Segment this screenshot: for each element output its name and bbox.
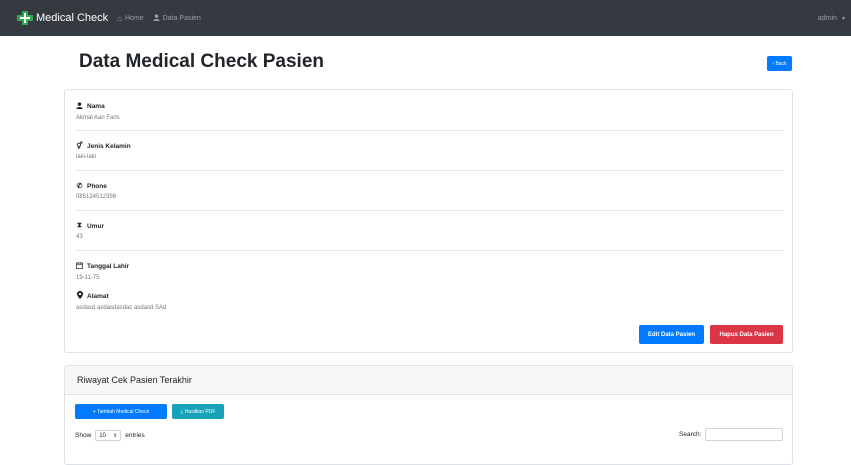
- field-nama: Nama Akmal Aan Faris: [76, 102, 120, 121]
- riwayat-title: Riwayat Cek Pasien Terakhir: [65, 366, 792, 395]
- brand[interactable]: Medical Check: [17, 11, 108, 25]
- map-marker-icon: [76, 291, 83, 301]
- delete-patient-button[interactable]: Hapus Data Pasien: [710, 325, 783, 344]
- lahir-label: Tanggal Lahir: [87, 263, 130, 270]
- user-icon: [76, 102, 83, 111]
- divider: [76, 170, 783, 171]
- hourglass-icon: ⧗: [77, 222, 82, 229]
- entries-label: entries: [125, 432, 145, 439]
- show-label: Show: [75, 432, 92, 439]
- field-phone: ✆ Phone 085124512356: [76, 182, 117, 201]
- download-icon: ⤓: [180, 408, 183, 415]
- entries-value: 10: [99, 432, 106, 439]
- search-label: Search:: [679, 431, 702, 438]
- edit-patient-button[interactable]: Edit Data Pasien: [639, 325, 704, 344]
- nav-home-label: Home: [124, 14, 144, 22]
- top-navbar: Medical Check ⌂ Home Data Pasien admin ▾: [0, 0, 851, 36]
- divider: [76, 250, 783, 251]
- field-umur: ⧗ Umur 43: [76, 222, 104, 240]
- field-tanggal-lahir: Tanggal Lahir 19-11-75: [76, 262, 129, 281]
- riwayat-card: Riwayat Cek Pasien Terakhir + Tambah Med…: [64, 365, 793, 465]
- venus-mars-icon: ⚥: [76, 143, 83, 150]
- brand-label: Medical Check: [36, 12, 109, 24]
- nav-data-pasien[interactable]: Data Pasien: [152, 13, 201, 23]
- user-dropdown[interactable]: admin ▾: [818, 0, 845, 36]
- home-icon: ⌂: [117, 13, 122, 23]
- generate-pdf-button[interactable]: ⤓ Hasilkan PDF: [172, 404, 224, 419]
- pdf-label: Hasilkan PDF: [184, 408, 216, 415]
- field-jenis-kelamin: ⚥ Jenis Kelamin laki-laki: [76, 142, 131, 161]
- umur-value: 43: [76, 234, 83, 240]
- medical-cross-logo-icon: [17, 11, 33, 25]
- add-medical-check-button[interactable]: + Tambah Medical Check: [75, 404, 167, 419]
- umur-label: Umur: [87, 222, 104, 230]
- nama-label: Nama: [87, 103, 105, 110]
- search-box: Search:: [679, 428, 784, 441]
- calendar-icon: [76, 262, 83, 271]
- sort-arrows-icon: ⇕: [113, 432, 118, 439]
- gender-label: Jenis Kelamin: [87, 142, 131, 150]
- lahir-value: 19-11-75: [76, 275, 100, 281]
- search-input[interactable]: [705, 428, 784, 441]
- phone-value: 085124512356: [76, 194, 117, 200]
- nav-data-pasien-label: Data Pasien: [162, 14, 201, 22]
- back-button[interactable]: ‹ Back: [767, 56, 792, 71]
- field-alamat: Alamat asdasd asdasdasdac asdasd SAd: [76, 291, 166, 311]
- phone-icon: ✆: [76, 183, 83, 190]
- gender-value: laki-laki: [76, 154, 97, 160]
- caret-down-icon: ▾: [841, 15, 845, 22]
- divider: [76, 130, 783, 131]
- nav-home[interactable]: ⌂ Home: [117, 14, 144, 23]
- phone-label: Phone: [87, 182, 107, 190]
- alamat-label: Alamat: [87, 292, 109, 300]
- entries-select[interactable]: 10 ⇕: [95, 430, 122, 441]
- page-title: Data Medical Check Pasien: [79, 51, 324, 72]
- nama-value: Akmal Aan Faris: [76, 115, 120, 121]
- show-entries: Show 10 ⇕ entries: [75, 430, 145, 441]
- patient-card: Nama Akmal Aan Faris ⚥ Jenis Kelamin lak…: [64, 89, 793, 353]
- alamat-value: asdasd asdasdasdac asdasd SAd: [76, 305, 167, 311]
- user-name: admin: [817, 14, 837, 22]
- user-icon: [152, 13, 160, 23]
- divider: [76, 210, 783, 211]
